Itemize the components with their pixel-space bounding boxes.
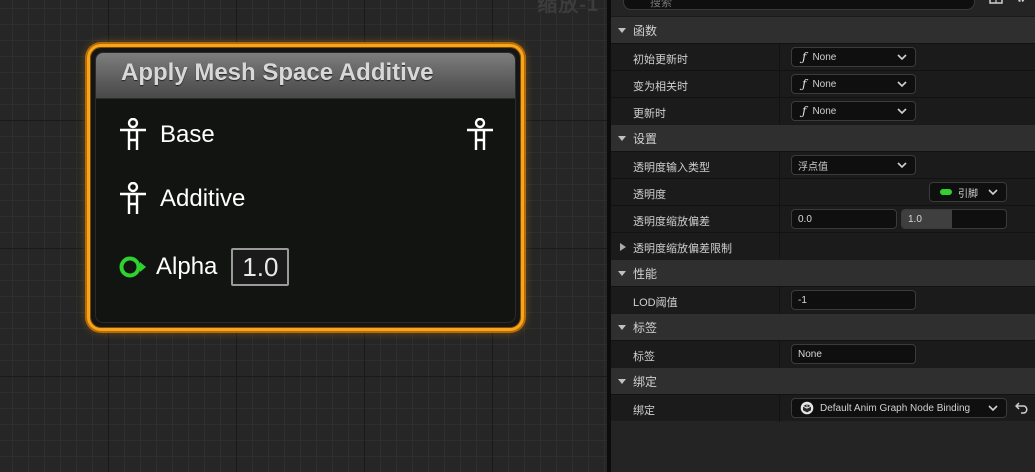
combo-value: None: [812, 105, 837, 117]
column-divider[interactable]: [779, 71, 780, 98]
chevron-down-icon: [988, 189, 998, 196]
prop-row-alpha-scale-bias-clamp[interactable]: 透明度缩放偏差限制: [611, 232, 1035, 260]
pin-label-base: Base: [160, 121, 215, 148]
pin-row-additive: Additive: [96, 179, 515, 219]
function-combo-on-update[interactable]: ƒ None: [791, 101, 916, 121]
prop-label: 标签: [633, 351, 655, 363]
pose-pin-icon[interactable]: [118, 118, 148, 152]
category-label: 标签: [633, 320, 658, 335]
scale-bias-max-input[interactable]: 1.0: [901, 209, 1007, 229]
settings-gear-icon[interactable]: [1014, 0, 1028, 5]
prop-row-alpha-scale-bias: 透明度缩放偏差 0.0 1.0: [611, 205, 1035, 233]
node-title: Apply Mesh Space Additive: [121, 59, 434, 86]
prop-label: 透明度输入类型: [633, 162, 710, 174]
collapse-arrow-icon: [618, 325, 626, 330]
binding-type-icon: [800, 401, 814, 415]
function-combo-initial-update[interactable]: ƒ None: [791, 47, 916, 67]
combo-value: 引脚: [958, 188, 978, 200]
combo-value: 浮点值: [798, 161, 828, 173]
category-performance[interactable]: 性能: [611, 259, 1035, 286]
collapse-arrow-icon: [618, 379, 626, 384]
float-pin-icon[interactable]: [118, 255, 148, 279]
chevron-down-icon: [897, 81, 907, 88]
search-placeholder: 搜索: [650, 0, 672, 9]
category-functions[interactable]: 函数: [611, 16, 1035, 43]
prop-label: LOD阈值: [633, 297, 678, 309]
category-label: 性能: [633, 266, 658, 281]
reset-to-default-icon[interactable]: [1015, 402, 1029, 414]
prop-row-binding: 绑定 Default Anim Graph Node Binding: [611, 394, 1035, 422]
graph-canvas[interactable]: 缩放-1 Apply Mesh Space Additive Base Addi…: [0, 0, 607, 472]
column-divider[interactable]: [779, 233, 780, 260]
category-binding[interactable]: 绑定: [611, 367, 1035, 394]
binding-combo[interactable]: Default Anim Graph Node Binding: [791, 398, 1007, 418]
prop-label: 透明度: [633, 189, 666, 201]
category-tags[interactable]: 标签: [611, 313, 1035, 340]
pin-row-base: Base: [96, 115, 515, 155]
category-label: 设置: [633, 131, 658, 146]
alpha-input-type-combo[interactable]: 浮点值: [791, 155, 916, 175]
prop-label: 初始更新时: [633, 54, 688, 66]
scale-bias-max-value: 1.0: [908, 214, 922, 225]
prop-row-initial-update: 初始更新时 ƒ None: [611, 43, 1035, 71]
prop-row-alpha-input-type: 透明度输入类型 浮点值: [611, 151, 1035, 179]
chevron-down-icon: [897, 162, 907, 169]
column-divider[interactable]: [779, 44, 780, 71]
pose-pin-icon[interactable]: [118, 182, 148, 216]
column-divider[interactable]: [779, 179, 780, 206]
pin-label-alpha: Alpha: [156, 253, 218, 280]
prop-label: 透明度缩放偏差: [633, 216, 710, 228]
node-header[interactable]: Apply Mesh Space Additive: [96, 53, 515, 99]
combo-value: None: [812, 51, 837, 63]
prop-row-lod-threshold: LOD阈值 -1: [611, 286, 1035, 314]
collapse-arrow-icon: [618, 136, 626, 141]
scale-bias-min-input[interactable]: 0.0: [791, 209, 897, 229]
column-divider[interactable]: [779, 395, 780, 422]
node-body: Apply Mesh Space Additive Base Additive …: [95, 52, 516, 323]
column-divider[interactable]: [779, 98, 780, 125]
category-label: 函数: [633, 23, 658, 38]
prop-label: 变为相关时: [633, 81, 688, 93]
prop-row-alpha: 透明度 引脚: [611, 178, 1035, 206]
chevron-down-icon: [897, 108, 907, 115]
chevron-down-icon: [897, 54, 907, 61]
column-divider[interactable]: [779, 287, 780, 314]
column-divider[interactable]: [779, 341, 780, 368]
zoom-label: 缩放-1: [537, 0, 599, 16]
tag-input[interactable]: None: [791, 344, 916, 364]
collapse-arrow-icon: [618, 271, 626, 276]
combo-value: Default Anim Graph Node Binding: [820, 402, 971, 414]
expand-arrow-icon[interactable]: [619, 242, 627, 252]
pin-indicator-icon: [940, 189, 952, 195]
alpha-pin-combo[interactable]: 引脚: [929, 182, 1007, 202]
pin-row-alpha: Alpha 1.0: [96, 247, 515, 287]
category-label: 绑定: [633, 374, 658, 389]
column-divider[interactable]: [779, 152, 780, 179]
grid-view-icon[interactable]: [989, 0, 1003, 4]
alpha-value-input[interactable]: 1.0: [231, 248, 290, 286]
function-icon: ƒ: [802, 104, 807, 118]
chevron-down-icon: [988, 405, 998, 412]
collapse-arrow-icon: [618, 28, 626, 33]
search-input[interactable]: 搜索: [623, 0, 975, 10]
prop-row-tag: 标签 None: [611, 340, 1035, 368]
function-icon: ƒ: [802, 77, 807, 91]
pin-label-additive: Additive: [160, 185, 246, 212]
function-icon: ƒ: [802, 50, 807, 64]
prop-row-become-relevant: 变为相关时 ƒ None: [611, 70, 1035, 98]
function-combo-become-relevant[interactable]: ƒ None: [791, 74, 916, 94]
column-divider[interactable]: [779, 206, 780, 233]
output-pose-pin-icon[interactable]: [465, 118, 495, 152]
category-settings[interactable]: 设置: [611, 124, 1035, 151]
combo-value: None: [812, 78, 837, 90]
prop-label: 更新时: [633, 108, 666, 120]
details-search-bar: 搜索: [611, 0, 1035, 16]
prop-label: 透明度缩放偏差限制: [633, 243, 732, 255]
details-panel: 搜索 函数 初始更新时 ƒ None 变为相关时 ƒ None 更新时 ƒ No…: [611, 0, 1035, 472]
anim-node-apply-mesh-space-additive[interactable]: Apply Mesh Space Additive Base Additive …: [87, 44, 524, 331]
prop-row-on-update: 更新时 ƒ None: [611, 97, 1035, 125]
prop-label: 绑定: [633, 405, 655, 417]
lod-threshold-input[interactable]: -1: [791, 290, 916, 310]
